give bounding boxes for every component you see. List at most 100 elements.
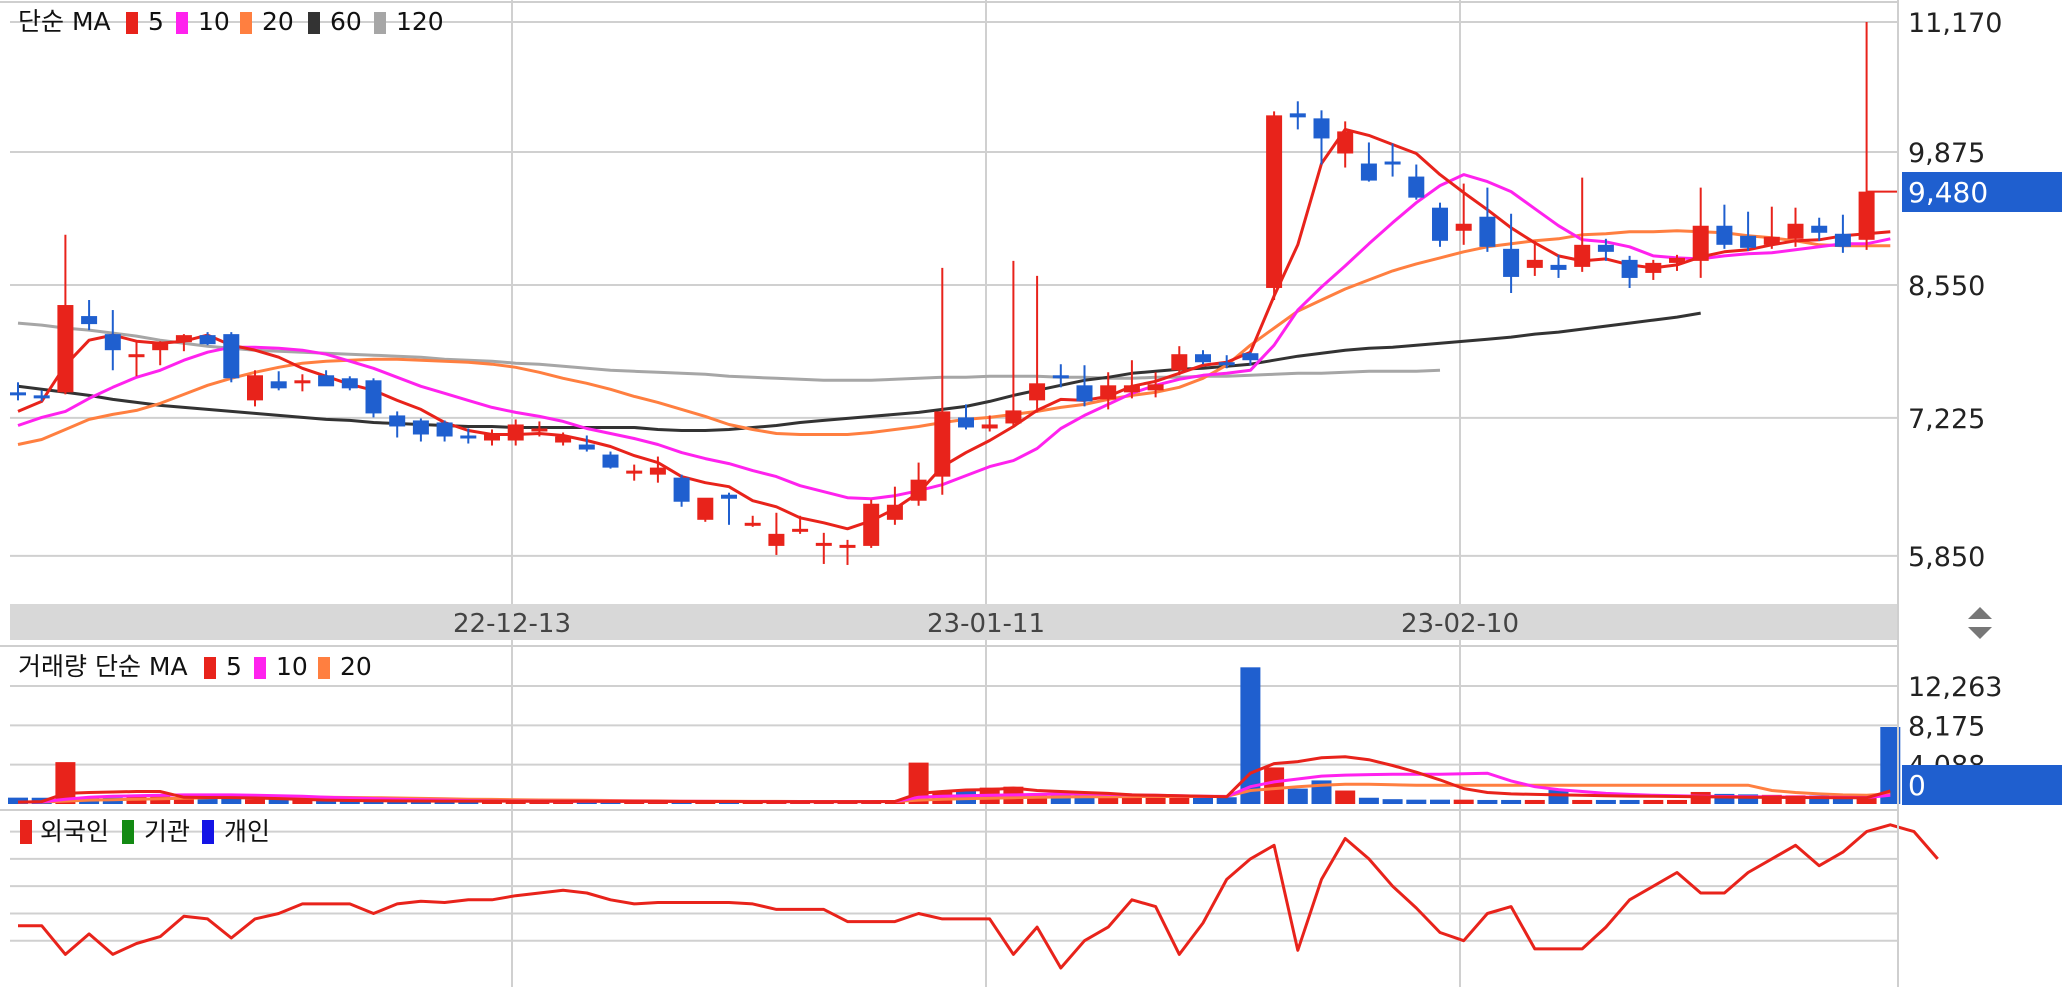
- candle-body: [744, 522, 761, 526]
- candle-body: [484, 433, 500, 441]
- legend-swatch-ma20: [240, 12, 252, 34]
- volume-legend-swatch-ma10: [254, 657, 266, 679]
- candle-body: [792, 528, 809, 532]
- volume-legend-swatch-ma5: [204, 657, 216, 679]
- current-volume-label: 0: [1908, 769, 1926, 802]
- candle-body: [1218, 362, 1235, 366]
- candle-body: [152, 343, 169, 351]
- candle-body: [1669, 257, 1685, 263]
- candle-body: [602, 454, 619, 468]
- candle-body: [1123, 385, 1140, 393]
- candle-body: [886, 504, 903, 520]
- candle-body: [1763, 236, 1780, 245]
- candle-body: [1100, 385, 1117, 400]
- volume-legend-label-ma5: 5: [226, 652, 242, 681]
- candle-body: [626, 470, 643, 474]
- legend-label-ma120: 120: [396, 7, 444, 36]
- legend-swatch-foreign: [20, 820, 32, 844]
- candle-body: [1645, 262, 1662, 273]
- investor-legend[interactable]: 외국인 기관 개인: [20, 817, 270, 846]
- candle-body: [981, 424, 998, 429]
- candle-body: [1621, 259, 1638, 278]
- candle-body: [81, 316, 98, 325]
- candle-body: [57, 305, 74, 393]
- candle-body: [1360, 163, 1377, 181]
- candle-body: [1455, 223, 1472, 231]
- legend-label-ma20: 20: [262, 7, 294, 36]
- volume-bar: [1358, 797, 1379, 804]
- candle-body: [721, 494, 737, 499]
- price-tick-label: 5,850: [1908, 542, 1985, 573]
- candle: [697, 497, 714, 522]
- candle-body: [1787, 223, 1804, 239]
- candle-body: [1171, 354, 1188, 371]
- candle-body: [507, 424, 524, 441]
- current-price-label: 9,480: [1908, 176, 1988, 209]
- candle-body: [1432, 207, 1448, 241]
- candle-body: [697, 497, 714, 520]
- candle-body: [1597, 244, 1614, 252]
- price-tick-label: 11,170: [1908, 8, 2002, 39]
- volume-bar: [1287, 788, 1308, 804]
- stock-chart[interactable]: 11,170 9,875 8,550 7,225 5,850 22-12-13 23-01…: [0, 0, 2062, 987]
- volume-bar: [245, 799, 265, 804]
- volume-tick-label: 12,263: [1908, 672, 2002, 703]
- legend-swatch-institution: [122, 820, 134, 844]
- legend-label-ma10: 10: [198, 7, 230, 36]
- candle-body: [389, 415, 406, 427]
- candle-body: [1266, 115, 1283, 288]
- candle-body: [270, 381, 287, 389]
- candle-body: [1834, 233, 1851, 247]
- volume-bar: [1643, 799, 1664, 804]
- candle: [365, 378, 382, 418]
- legend-label-ma60: 60: [330, 7, 362, 36]
- volume-bar: [1264, 767, 1285, 804]
- candle-body: [958, 417, 974, 428]
- volume-bar: [1619, 799, 1640, 804]
- candle-body: [1811, 225, 1828, 233]
- chart-background: [0, 0, 2062, 987]
- volume-bar: [1477, 799, 1498, 804]
- volume-legend-label-ma20: 20: [340, 652, 372, 681]
- volume-bar: [1335, 790, 1356, 804]
- volume-bar: [1382, 799, 1403, 804]
- candle-body: [1242, 353, 1259, 361]
- volume-bar: [1216, 797, 1237, 804]
- candle-body: [365, 380, 382, 414]
- candle-body: [294, 380, 311, 384]
- candle-body: [815, 542, 832, 546]
- current-price-badge: 9,480: [1902, 172, 2062, 212]
- candle: [863, 499, 880, 548]
- candle-body: [839, 544, 856, 548]
- legend-label-institution: 기관: [144, 817, 190, 846]
- candle-body: [1005, 410, 1022, 424]
- price-tick-label: 7,225: [1908, 404, 1985, 435]
- volume-bar: [1193, 797, 1213, 804]
- volume-bar: [1430, 799, 1450, 804]
- price-tick-label: 9,875: [1908, 138, 1985, 169]
- candle-body: [1692, 225, 1709, 261]
- candle-body: [412, 420, 429, 435]
- legend-swatch-ma5: [126, 12, 138, 34]
- candle-body: [1716, 225, 1733, 245]
- candle: [341, 376, 358, 391]
- candle-body: [1550, 264, 1567, 270]
- candle-body: [247, 375, 263, 401]
- legend-label-individual: 개인: [224, 817, 270, 846]
- candle-body: [578, 444, 595, 450]
- candle-body: [1408, 176, 1425, 198]
- candle-body: [1526, 259, 1543, 268]
- volume-bar: [1595, 799, 1616, 804]
- candle-body: [934, 411, 951, 477]
- candle-body: [33, 395, 50, 399]
- candle-body: [1858, 191, 1875, 240]
- legend-label-foreign: 외국인: [40, 817, 109, 846]
- volume-legend-swatch-ma20: [318, 657, 330, 679]
- volume-bar: [1667, 799, 1687, 804]
- volume-bar: [1169, 797, 1190, 804]
- candle-body: [555, 436, 572, 443]
- candle: [223, 332, 240, 383]
- volume-legend-title: 거래량 단순 MA: [18, 652, 188, 681]
- candle-body: [1029, 383, 1046, 401]
- candle-body: [649, 467, 666, 475]
